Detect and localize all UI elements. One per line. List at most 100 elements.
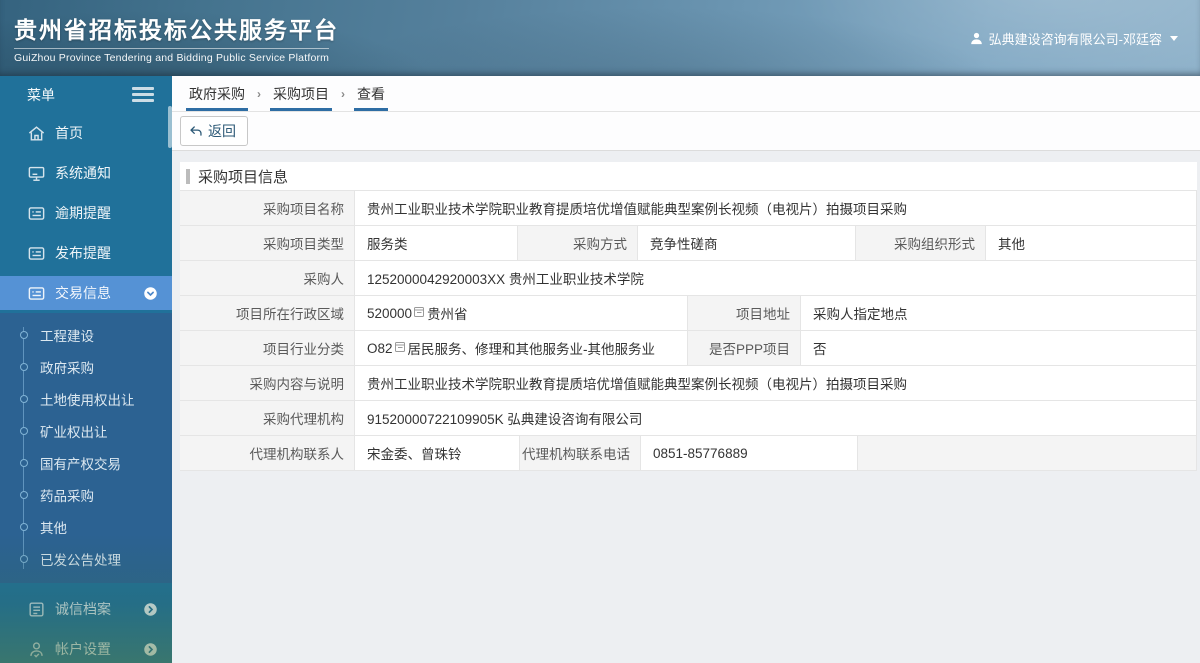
breadcrumb-separator: ›: [257, 87, 261, 101]
submenu-item-drug-procurement[interactable]: 药品采购: [0, 479, 172, 511]
account-icon: [30, 641, 43, 658]
purchaser-value: 1252000042920003XX 贵州工业职业技术学院: [354, 261, 1196, 296]
expand-circle-icon[interactable]: [143, 642, 158, 657]
table-row: 项目行业分类 O82 居民服务、修理和其他服务业-其他服务业 是否PPP项目 否: [180, 331, 1196, 366]
submenu-label: 其他: [40, 521, 67, 536]
return-button[interactable]: 返回: [180, 116, 248, 146]
content-description-value: 贵州工业职业技术学院职业教育提质培优增值赋能典型案例长视频（电视片）拍摄项目采购: [354, 366, 1196, 401]
toolbar: 返回: [172, 112, 1200, 151]
region-value: 520000 贵州省: [354, 296, 687, 331]
sidebar-item-label: 诚信档案: [55, 601, 111, 617]
field-label: 采购代理机构: [180, 401, 354, 436]
submenu-item-mining-rights[interactable]: 矿业权出让: [0, 415, 172, 447]
address-value: 采购人指定地点: [800, 296, 1196, 331]
field-label: 采购项目类型: [180, 226, 354, 261]
breadcrumb-item-view[interactable]: 查看: [354, 79, 388, 111]
sidebar-item-overdue-reminder[interactable]: 逾期提醒: [0, 193, 172, 233]
submenu-item-published-notices[interactable]: 已发公告处理: [0, 543, 172, 575]
field-label: 项目地址: [687, 296, 800, 331]
submenu-label: 政府采购: [40, 361, 94, 376]
table-row: 项目所在行政区域 520000 贵州省 项目地址 采购人指定地点: [180, 296, 1196, 331]
app-header: 贵州省招标投标公共服务平台 GuiZhou Province Tendering…: [0, 0, 1200, 76]
panel-title-text: 采购项目信息: [198, 168, 289, 186]
project-type-value: 服务类: [354, 226, 517, 261]
submenu-item-other[interactable]: 其他: [0, 511, 172, 543]
main-content: 政府采购 › 采购项目 › 查看 返回 采购项目信息 采购项目名称 贵州工业职业…: [172, 76, 1200, 663]
field-label: 代理机构联系人: [180, 436, 354, 471]
breadcrumb-separator: ›: [341, 87, 345, 101]
expand-circle-icon[interactable]: [143, 602, 158, 617]
table-row: 采购人 1252000042920003XX 贵州工业职业技术学院: [180, 261, 1196, 296]
field-label: 是否PPP项目: [687, 331, 800, 366]
industry-name: 居民服务、修理和其他服务业-其他服务业: [407, 342, 656, 357]
sidebar-item-transaction-info[interactable]: 交易信息: [0, 276, 172, 310]
submenu-item-government-procurement[interactable]: 政府采购: [0, 351, 172, 383]
submenu-item-engineering[interactable]: 工程建设: [0, 319, 172, 351]
menu-label: 菜单: [27, 86, 55, 103]
sidebar-item-label: 系统通知: [55, 165, 111, 181]
panel-title: 采购项目信息: [180, 162, 1197, 190]
breadcrumb-item-procurement-project[interactable]: 采购项目: [270, 79, 332, 111]
submenu-label: 矿业权出让: [40, 425, 108, 440]
submenu-item-state-owned[interactable]: 国有产权交易: [0, 447, 172, 479]
ppp-value: 否: [800, 331, 1196, 366]
industry-value: O82 居民服务、修理和其他服务业-其他服务业: [354, 331, 687, 366]
sidebar-item-integrity-archive[interactable]: 诚信档案: [0, 589, 172, 629]
submenu-item-land-use[interactable]: 土地使用权出让: [0, 383, 172, 415]
monitor-icon: [28, 166, 45, 181]
submenu-label: 工程建设: [40, 329, 94, 344]
submenu-label: 药品采购: [40, 489, 94, 504]
region-name: 贵州省: [427, 307, 468, 322]
archive-list-icon: [29, 601, 44, 617]
project-info-panel: 采购项目信息 采购项目名称 贵州工业职业技术学院职业教育提质培优增值赋能典型案例…: [180, 162, 1197, 471]
hamburger-icon[interactable]: [132, 84, 154, 105]
card-list-icon: [28, 246, 45, 260]
org-form-value: 其他: [985, 226, 1196, 261]
field-label: 采购组织形式: [855, 226, 985, 261]
caret-down-icon: [1170, 35, 1178, 41]
project-name-value: 贵州工业职业技术学院职业教育提质培优增值赋能典型案例长视频（电视片）拍摄项目采购: [354, 191, 1196, 226]
phone-value: 0851-85776889: [640, 436, 857, 471]
user-menu[interactable]: 弘典建设咨询有限公司-邓廷容: [969, 29, 1178, 48]
breadcrumb: 政府采购 › 采购项目 › 查看: [172, 76, 1200, 112]
field-label: 采购项目名称: [180, 191, 354, 226]
table-row: 采购项目名称 贵州工业职业技术学院职业教育提质培优增值赋能典型案例长视频（电视片…: [180, 191, 1196, 226]
brand: 贵州省招标投标公共服务平台 GuiZhou Province Tendering…: [14, 11, 339, 66]
table-row: 采购内容与说明 贵州工业职业技术学院职业教育提质培优增值赋能典型案例长视频（电视…: [180, 366, 1196, 401]
transaction-submenu: 工程建设 政府采购 土地使用权出让 矿业权出让 国有产权交易 药品采购 其他 已…: [0, 313, 172, 583]
home-icon: [28, 125, 45, 141]
card-list-icon: [28, 206, 45, 220]
agency-value: 91520000722109905K 弘典建设咨询有限公司: [354, 401, 1196, 436]
submenu-label: 已发公告处理: [40, 553, 121, 568]
collapse-circle-icon[interactable]: [143, 286, 158, 301]
procurement-method-value: 竞争性磋商: [637, 226, 855, 261]
submenu-label: 土地使用权出让: [40, 393, 135, 408]
return-icon: [190, 126, 202, 136]
sidebar-item-account-settings[interactable]: 帐户设置: [0, 629, 172, 663]
field-label: 采购方式: [517, 226, 637, 261]
breadcrumb-item-government-procurement[interactable]: 政府采购: [186, 79, 248, 111]
field-label: 采购人: [180, 261, 354, 296]
sidebar-item-publish-reminder[interactable]: 发布提醒: [0, 233, 172, 273]
sidebar-item-label: 交易信息: [55, 285, 111, 301]
industry-picker-icon[interactable]: [394, 341, 406, 356]
region-picker-icon[interactable]: [413, 306, 425, 321]
sidebar-item-label: 帐户设置: [55, 641, 111, 657]
app-title: 贵州省招标投标公共服务平台: [14, 16, 339, 43]
field-label: 项目行业分类: [180, 331, 354, 366]
project-info-table: 采购项目名称 贵州工业职业技术学院职业教育提质培优增值赋能典型案例长视频（电视片…: [180, 190, 1197, 471]
field-label: 代理机构联系电话: [519, 436, 640, 471]
table-row: 采购项目类型 服务类 采购方式 竞争性磋商 采购组织形式 其他: [180, 226, 1196, 261]
user-name: 弘典建设咨询有限公司-邓廷容: [988, 31, 1162, 47]
sidebar-menu-header: 菜单: [0, 76, 172, 113]
sidebar-item-home[interactable]: 首页: [0, 113, 172, 153]
table-row: 代理机构联系人 宋金委、曾珠铃 代理机构联系电话 0851-85776889: [180, 436, 1196, 471]
field-label: 采购内容与说明: [180, 366, 354, 401]
title-accent-bar: [186, 168, 190, 184]
page: 贵州省招标投标公共服务平台 GuiZhou Province Tendering…: [0, 0, 1200, 663]
sidebar: 菜单 首页 系统通知 逾期提醒 发布提醒 交易信息 工程建设 政府采购 土地使用…: [0, 76, 172, 663]
sidebar-item-system-notice[interactable]: 系统通知: [0, 153, 172, 193]
field-label: 项目所在行政区域: [180, 296, 354, 331]
sidebar-item-label: 首页: [55, 125, 83, 141]
contact-value: 宋金委、曾珠铃: [354, 436, 519, 471]
